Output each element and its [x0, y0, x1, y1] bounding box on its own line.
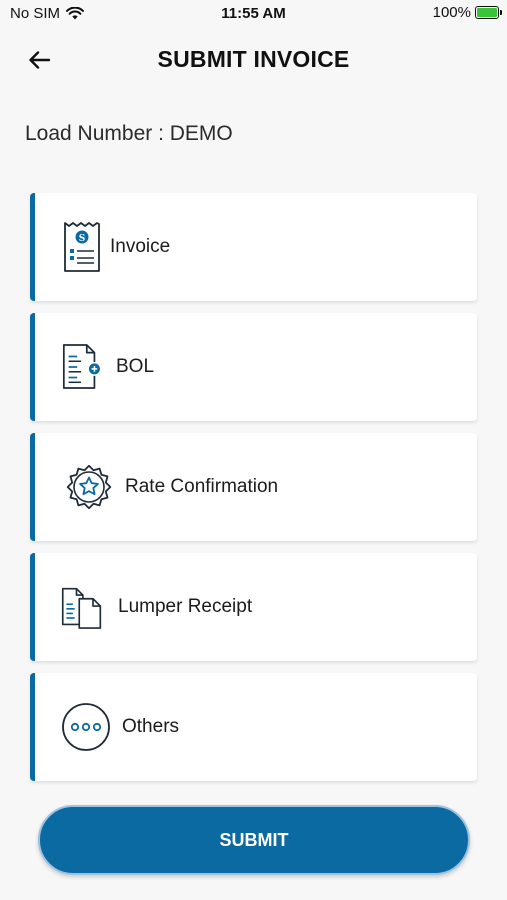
document-label-bol: BOL: [116, 356, 155, 377]
document-card-rate-confirmation[interactable]: Rate Confirmation: [30, 433, 477, 541]
svg-text:S: S: [79, 234, 86, 244]
load-number: Load Number : DEMO: [25, 122, 233, 145]
submit-button[interactable]: SUBMIT: [38, 805, 470, 875]
document-label-lumper-receipt: Lumper Receipt: [118, 596, 253, 617]
status-bar: No SIM 11:55 AM 100%: [0, 0, 507, 28]
star-badge-icon: [62, 461, 116, 513]
document-label-invoice: Invoice: [110, 236, 171, 257]
invoice-icon: S: [60, 221, 104, 273]
status-time: 11:55 AM: [221, 5, 286, 22]
bol-document-icon: [60, 341, 104, 393]
submit-invoice-screen: No SIM 11:55 AM 100% SUBMIT INVOICE Load…: [0, 0, 507, 900]
header: SUBMIT INVOICE: [0, 40, 507, 80]
page-title: SUBMIT INVOICE: [157, 46, 350, 72]
document-card-bol[interactable]: BOL: [30, 313, 477, 421]
battery-status: 100%: [432, 4, 502, 21]
battery-icon: [475, 6, 502, 19]
battery-percent: 100%: [432, 4, 471, 21]
document-label-others: Others: [122, 716, 180, 737]
document-card-invoice[interactable]: S Invoice: [30, 193, 477, 301]
document-label-rate-confirmation: Rate Confirmation: [125, 476, 279, 497]
document-card-lumper-receipt[interactable]: Lumper Receipt: [30, 553, 477, 661]
receipt-copy-icon: [60, 581, 104, 633]
document-card-others[interactable]: Others: [30, 673, 477, 781]
more-dots-icon: [60, 701, 112, 753]
